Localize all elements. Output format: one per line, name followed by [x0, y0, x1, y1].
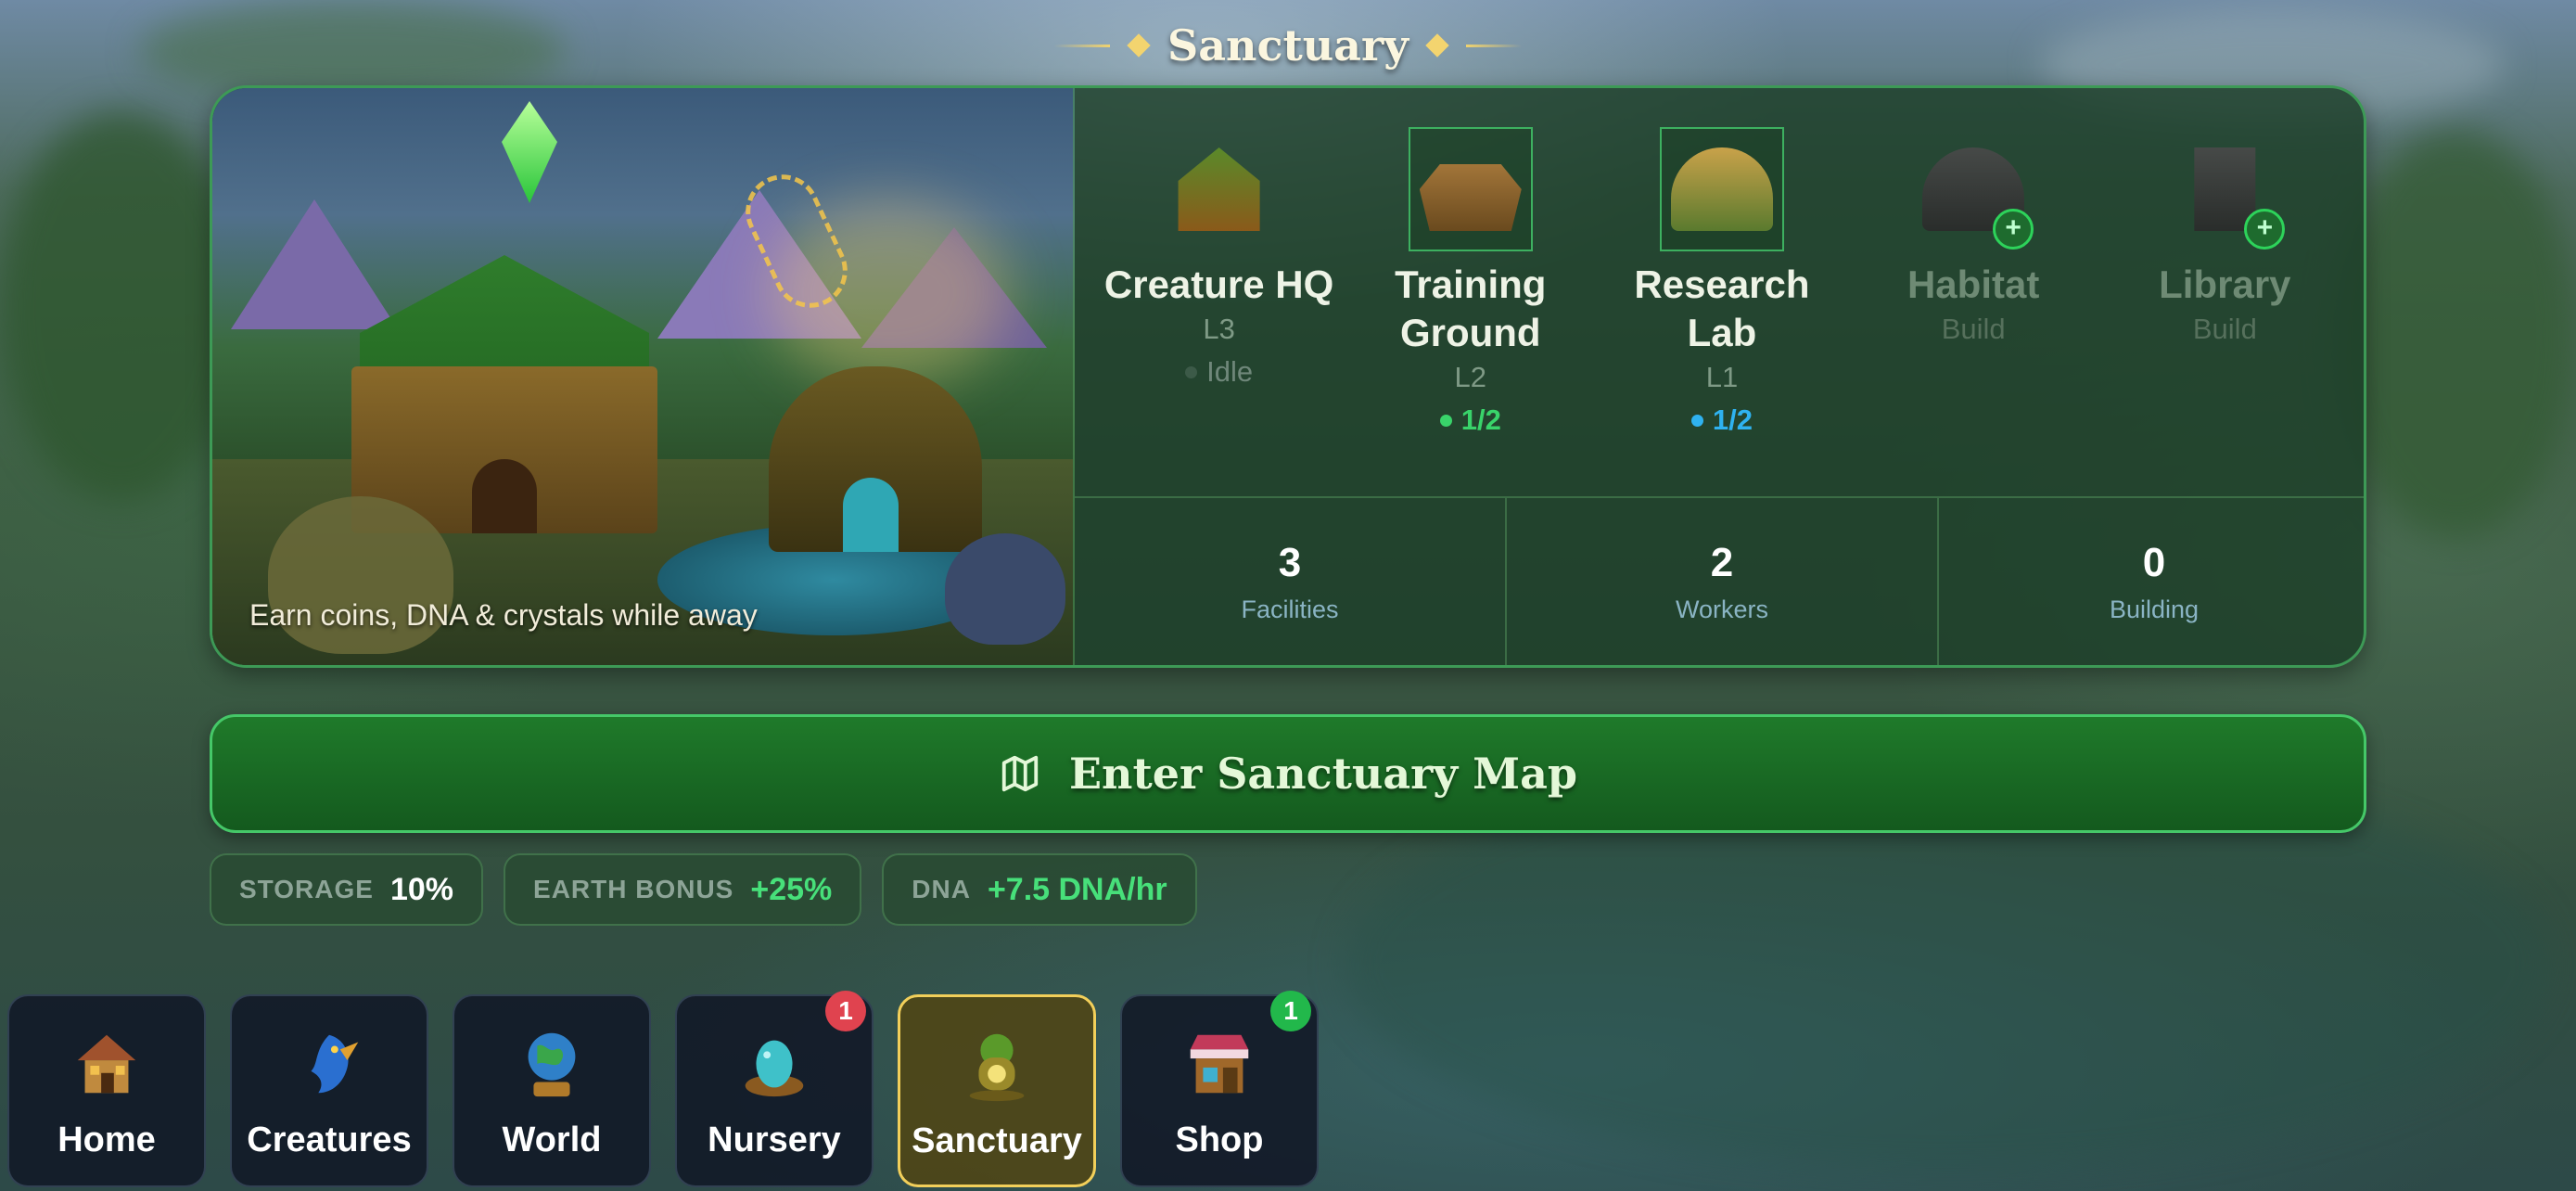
page-title: Sanctuary [1167, 20, 1409, 70]
tab-label: Sanctuary [912, 1121, 1082, 1160]
facility-build-label: Build [2192, 313, 2257, 345]
stat-value: 0 [2142, 539, 2166, 585]
shop-icon [1190, 1034, 1249, 1094]
header-ornament-line [1465, 44, 1522, 47]
enter-sanctuary-map-label: Enter Sanctuary Map [1068, 749, 1578, 799]
notification-badge: 1 [825, 991, 866, 1031]
facility-level: L3 [1203, 313, 1235, 345]
chip-key: EARTH BONUS [533, 875, 734, 903]
bottom-tab-bar: Home Creatures World Nursery 1 Sanctuary… [7, 991, 1319, 1187]
facility-name: Creature HQ [1103, 263, 1334, 306]
header-ornament-line [1054, 44, 1111, 47]
bonus-chips: STORAGE 10% EARTH BONUS +25% DNA +7.5 DN… [210, 853, 1197, 926]
tab-home[interactable]: Home [7, 994, 206, 1187]
sanctuary-panel: Earn coins, DNA & crystals while away Cr… [210, 85, 2366, 668]
tab-label: Nursery [708, 1121, 841, 1159]
facility-status-text: 1/2 [1460, 403, 1501, 436]
creature-hq-icon [1178, 147, 1260, 231]
facility-name: Habitat [1906, 263, 2040, 306]
notification-badge: 1 [1270, 991, 1311, 1031]
diamond-ornament-icon [1127, 33, 1151, 58]
facility-name: Training Ground [1395, 263, 1547, 354]
dragon-icon [311, 1034, 359, 1094]
build-plus-icon[interactable]: + [2244, 209, 2286, 250]
facility-status: 1/2 [1690, 403, 1753, 437]
facility-thumbnail [1157, 127, 1282, 251]
stat-label: Workers [1675, 595, 1768, 623]
chip-key: STORAGE [239, 875, 374, 903]
home-icon [77, 1034, 136, 1094]
tab-creatures[interactable]: Creatures [230, 994, 428, 1187]
globe-icon [528, 1032, 576, 1097]
facility-creature-hq[interactable]: Creature HQ L3 Idle [1094, 127, 1345, 496]
facility-level: L2 [1454, 361, 1487, 393]
facility-training-ground[interactable]: Training Ground L2 1/2 [1345, 127, 1596, 496]
tab-shop[interactable]: Shop 1 [1120, 991, 1319, 1187]
stat-label: Building [2109, 595, 2200, 623]
diamond-ornament-icon [1425, 33, 1449, 58]
status-dot-icon [1439, 414, 1452, 427]
chip-value: 10% [389, 871, 454, 907]
training-ground-icon [1419, 164, 1522, 231]
facility-library[interactable]: + Library Build [2099, 127, 2350, 496]
facility-thumbnail [1659, 127, 1784, 251]
tab-label: Home [57, 1121, 156, 1159]
tab-label: Shop [1175, 1121, 1264, 1159]
facility-level: L1 [1705, 361, 1739, 393]
facility-thumbnail: + [2162, 127, 2287, 251]
stat-workers: 2 Workers [1507, 498, 1939, 665]
facility-list: Creature HQ L3 Idle Training Ground L2 1… [1075, 88, 2364, 496]
tab-label: World [502, 1121, 602, 1159]
tab-sanctuary[interactable]: Sanctuary [898, 994, 1096, 1187]
tab-label: Creatures [247, 1121, 412, 1159]
chip-key: DNA [912, 875, 971, 903]
facility-status: Idle [1185, 355, 1253, 389]
page-header: Sanctuary [0, 13, 2576, 78]
background-foliage [0, 111, 241, 501]
facility-status-text: Idle [1206, 355, 1254, 388]
tab-nursery[interactable]: Nursery 1 [675, 991, 874, 1187]
facility-name: Library [2159, 263, 2291, 306]
chip-storage: STORAGE 10% [210, 853, 484, 926]
chip-value: +25% [750, 871, 833, 907]
stat-label: Facilities [1241, 595, 1339, 623]
facility-status-text: 1/2 [1712, 403, 1753, 436]
research-lab-icon [1670, 147, 1773, 231]
stat-facilities: 3 Facilities [1075, 498, 1507, 665]
sanctuary-scene-image: Earn coins, DNA & crystals while away [212, 88, 1075, 665]
chip-value: +7.5 DNA/hr [987, 871, 1167, 907]
crystal-icon [502, 101, 557, 203]
map-icon [1001, 755, 1039, 792]
status-dot-icon [1185, 365, 1198, 378]
facility-habitat[interactable]: + Habitat Build [1848, 127, 2098, 496]
sanctuary-icon [969, 1033, 1025, 1102]
stats-row: 3 Facilities 2 Workers 0 Building [1075, 496, 2364, 665]
facility-build-label: Build [1941, 313, 2006, 345]
status-dot-icon [1690, 414, 1703, 427]
stat-value: 2 [1710, 539, 1734, 585]
scene-caption: Earn coins, DNA & crystals while away [249, 598, 758, 632]
stat-building: 0 Building [1939, 498, 2364, 665]
background-foliage [2337, 130, 2576, 538]
stat-value: 3 [1278, 539, 1302, 585]
tab-world[interactable]: World [453, 994, 651, 1187]
facility-name: Research Lab [1634, 263, 1810, 354]
facility-thumbnail [1408, 127, 1533, 251]
chip-earth-bonus: EARTH BONUS +25% [504, 853, 862, 926]
facility-thumbnail: + [1911, 127, 2035, 251]
egg-icon [745, 1040, 804, 1097]
build-plus-icon[interactable]: + [1993, 209, 2034, 250]
chip-dna: DNA +7.5 DNA/hr [882, 853, 1197, 926]
facility-status: 1/2 [1439, 403, 1501, 437]
enter-sanctuary-map-button[interactable]: Enter Sanctuary Map [210, 714, 2366, 833]
creature-figure [945, 533, 1065, 645]
facility-research-lab[interactable]: Research Lab L1 1/2 [1597, 127, 1847, 496]
